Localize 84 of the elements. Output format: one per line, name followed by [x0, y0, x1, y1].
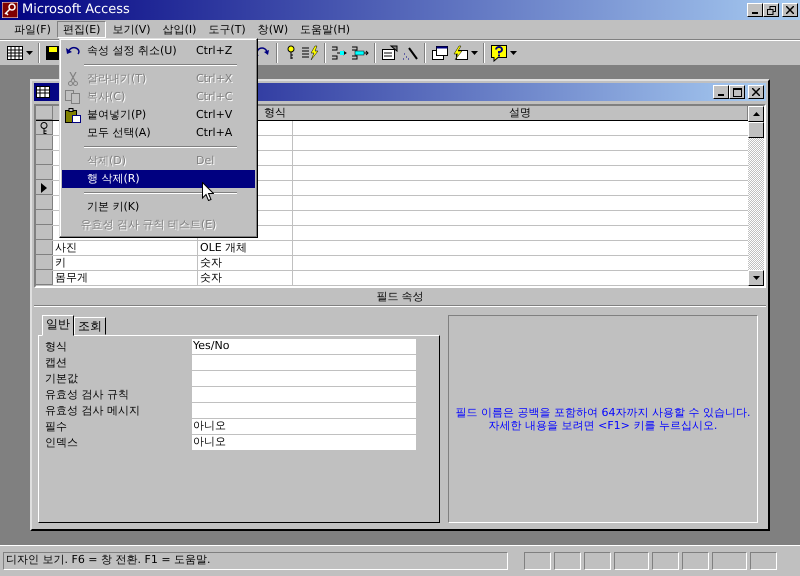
menu-item[interactable]: 삽입(I)	[156, 20, 202, 38]
row-selector[interactable]	[36, 181, 53, 195]
close-button[interactable]	[748, 85, 764, 99]
status-panel	[584, 552, 611, 570]
property-label: 형식	[45, 340, 68, 354]
menu-item[interactable]: 붙여넣기(P) Ctrl+V	[62, 106, 255, 124]
status-text: 디자인 보기. F6 = 창 전환. F1 = 도움말.	[3, 552, 508, 570]
menu-item[interactable]: 행 삭제(R)	[62, 170, 255, 188]
status-panel	[682, 552, 709, 570]
restore-button[interactable]	[763, 3, 780, 17]
help-icon[interactable]	[490, 44, 508, 62]
close-icon	[752, 88, 760, 96]
new-object-icon[interactable]	[451, 45, 469, 61]
scroll-thumb[interactable]	[748, 122, 764, 138]
tab[interactable]: 조회	[74, 317, 106, 336]
menu-item[interactable]: 도구(T)	[202, 20, 252, 38]
down-arrow-icon	[752, 276, 760, 280]
minimize-button[interactable]	[747, 3, 764, 17]
clipboard-icon	[65, 108, 81, 122]
restore-icon	[766, 6, 776, 14]
key-app-icon	[2, 2, 18, 18]
table-cell: 몸무게	[53, 271, 198, 285]
row-selector[interactable]	[36, 121, 53, 135]
tab[interactable]: 일반	[42, 315, 74, 336]
scroll-up-button[interactable]	[748, 106, 764, 122]
property-field[interactable]	[192, 403, 416, 418]
property-field[interactable]: 아니오	[192, 435, 416, 450]
insert-rows-icon[interactable]	[331, 45, 349, 61]
undo-icon	[66, 46, 80, 56]
status-panel	[712, 552, 747, 570]
property-label: 필수	[45, 420, 68, 434]
property-field[interactable]: 아니오	[192, 419, 416, 434]
status-panel	[524, 552, 551, 570]
status-panel	[614, 552, 649, 570]
table-cell: OLE 개체	[198, 241, 293, 255]
up-arrow-icon	[752, 112, 760, 116]
table-cell: 숫자	[198, 271, 293, 285]
scissors-icon	[68, 72, 78, 86]
caret-icon[interactable]	[510, 51, 517, 55]
close-icon	[786, 6, 794, 14]
scroll-down-button[interactable]	[748, 270, 764, 286]
table-view-icon[interactable]	[6, 45, 24, 61]
help-text: 필드 이름은 공백을 포함하여 64자까지 사용할 수 있습니다. 자세한 내용을 보려면 <F1> 키를 누르십시오.	[455, 406, 751, 432]
property-field[interactable]: Yes/No	[192, 339, 416, 354]
minimize-button[interactable]	[713, 85, 730, 99]
section-title: 필드 속성	[376, 290, 424, 304]
menu-item[interactable]: 편집(E)	[56, 20, 106, 38]
property-label: 캡션	[45, 356, 68, 370]
table-cell: 숫자	[198, 256, 293, 270]
lightning-list-icon[interactable]	[301, 45, 319, 61]
table-icon	[36, 86, 50, 98]
menu-item[interactable]: 창(W)	[252, 20, 294, 38]
status-panel	[750, 552, 777, 570]
menu-item[interactable]: 속성 설정 취소(U) Ctrl+Z	[62, 42, 255, 60]
property-label: 유효성 검사 규칙	[45, 388, 130, 402]
menu-item[interactable]: 모두 선택(A) Ctrl+A	[62, 124, 255, 142]
maximize-icon	[732, 88, 742, 96]
maximize-button[interactable]	[729, 85, 746, 99]
delete-rows-icon[interactable]	[351, 45, 369, 61]
property-field[interactable]	[192, 371, 416, 386]
status-panel	[652, 552, 679, 570]
current-row-arrow-icon	[41, 182, 47, 192]
property-label: 기본값	[45, 372, 79, 386]
properties-icon[interactable]	[381, 45, 399, 61]
magic-wand-icon[interactable]	[401, 45, 419, 61]
status-panel	[554, 552, 581, 570]
menu-item[interactable]: 파일(F)	[8, 20, 57, 38]
database-window-icon[interactable]	[431, 45, 449, 61]
caret-icon[interactable]	[26, 51, 33, 55]
close-button[interactable]	[782, 3, 798, 17]
mouse-pointer-icon	[202, 182, 214, 201]
caret-icon[interactable]	[471, 51, 478, 55]
property-field[interactable]	[192, 355, 416, 370]
vertical-scrollbar[interactable]	[748, 106, 764, 286]
copy-icon	[65, 90, 81, 104]
window-title: Microsoft Access	[22, 2, 130, 18]
menu-item[interactable]: 도움말(H)	[294, 20, 356, 38]
table-cell: 키	[53, 256, 198, 270]
menu-item[interactable]: 기본 키(K)	[62, 198, 255, 216]
property-label: 인덱스	[45, 436, 79, 450]
property-label: 유효성 검사 메시지	[45, 404, 141, 418]
property-field[interactable]	[192, 387, 416, 402]
table-cell: 사진	[53, 241, 198, 255]
menu-item[interactable]: 보기(V)	[106, 20, 157, 38]
